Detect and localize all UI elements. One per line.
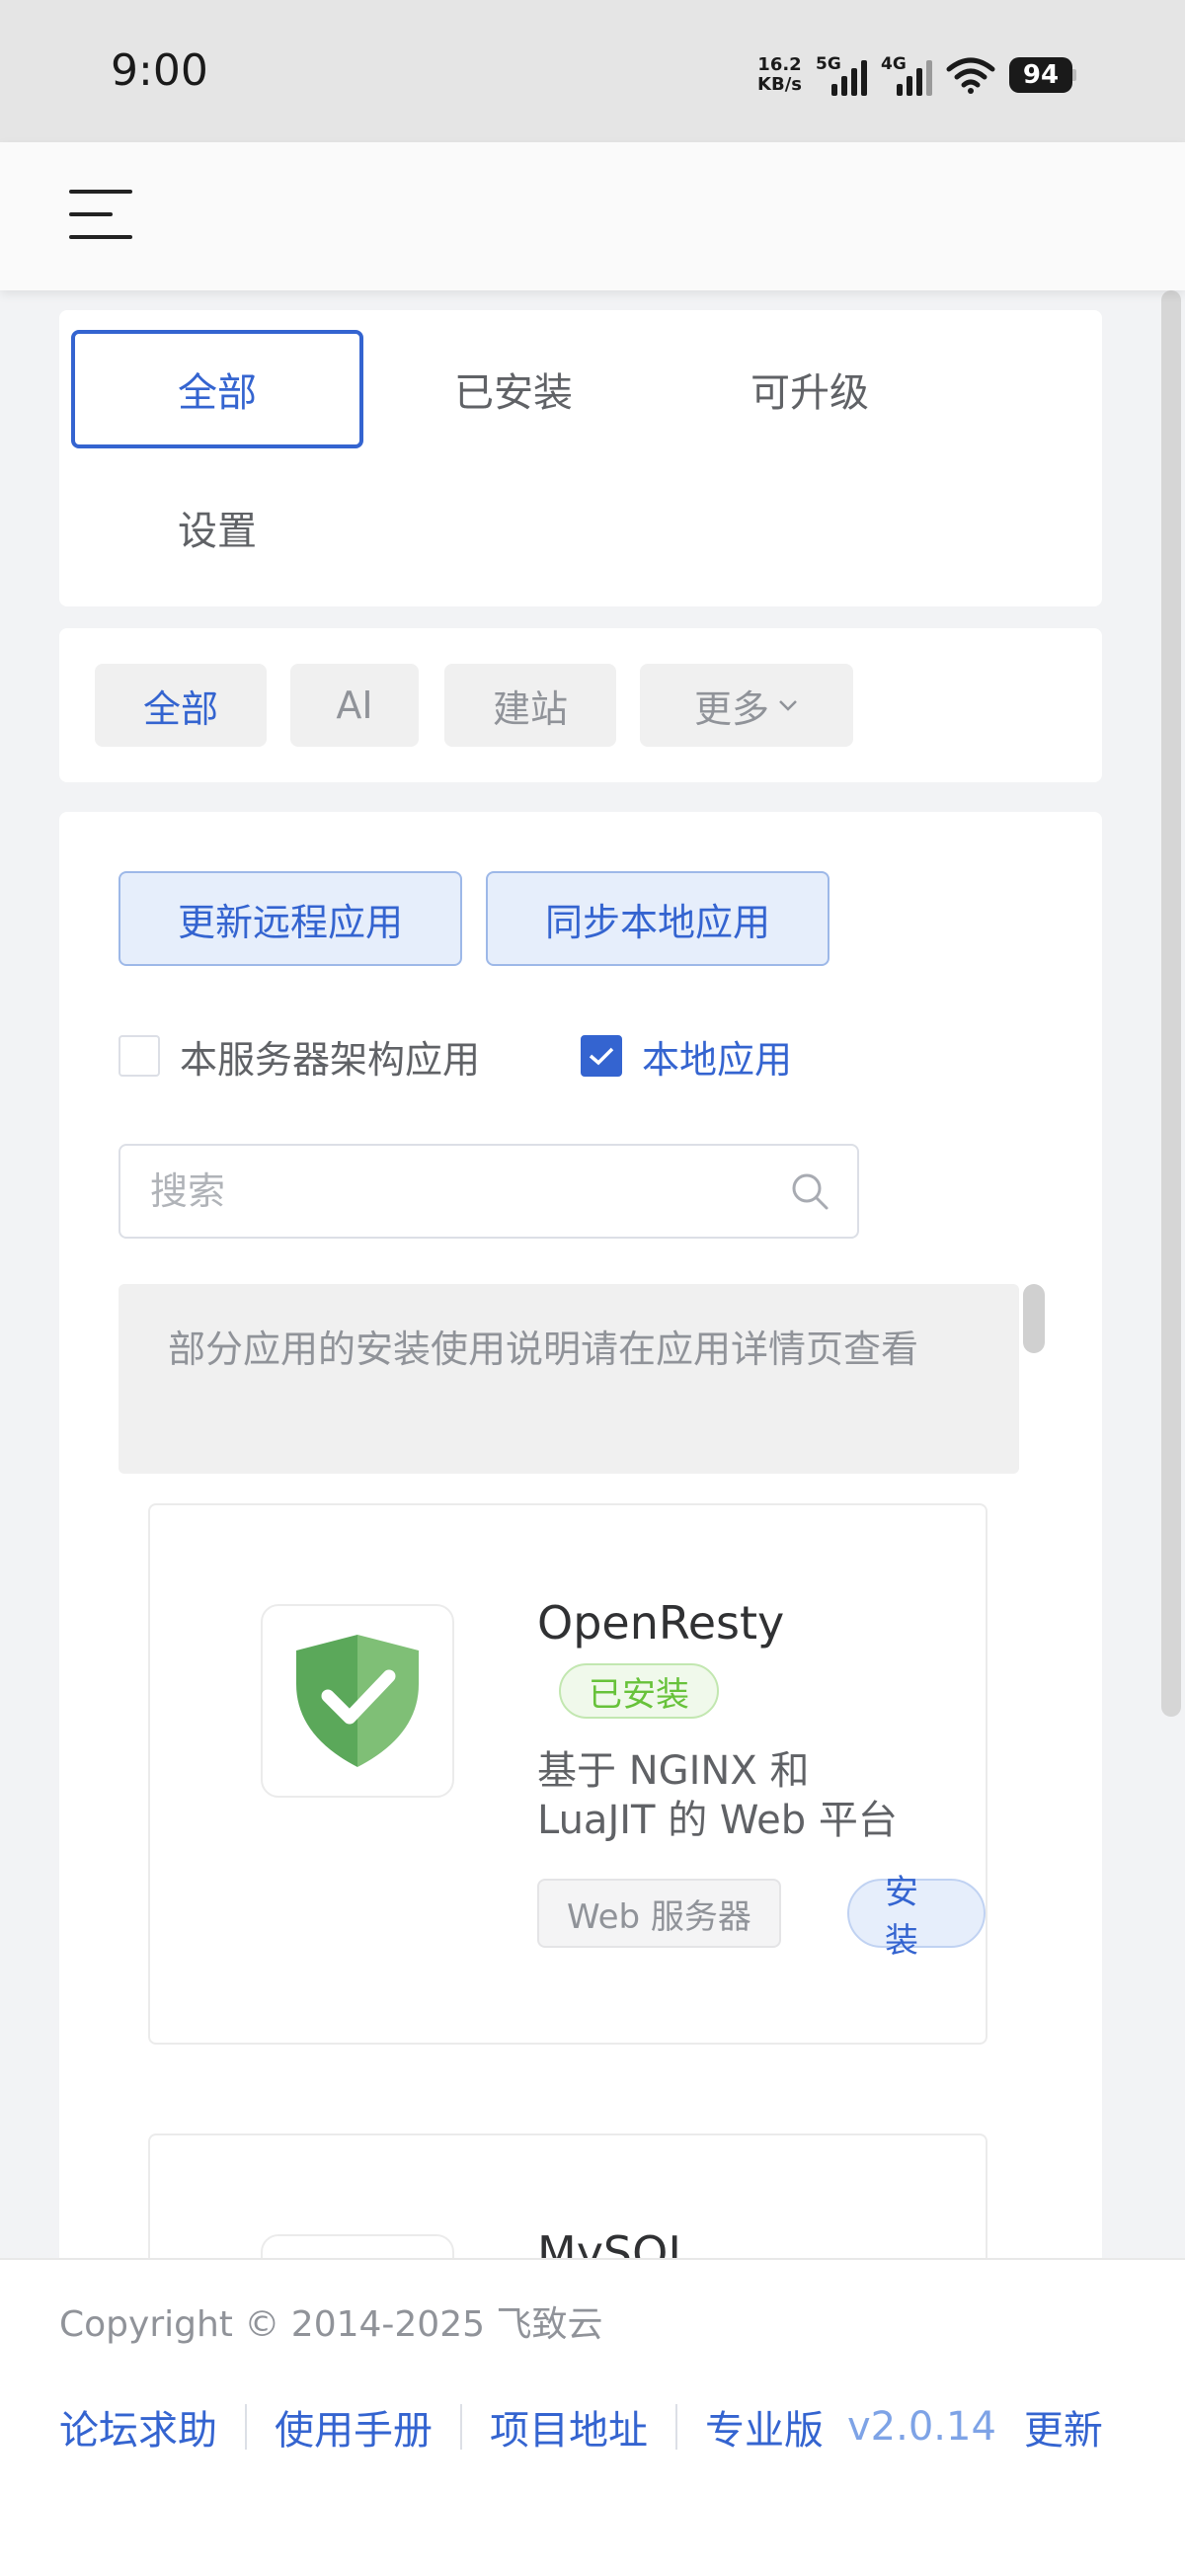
footer-divider: [245, 2404, 247, 2450]
local-apps-checkbox[interactable]: [581, 1035, 622, 1077]
search-box: [118, 1144, 859, 1239]
filter-all[interactable]: 全部: [95, 664, 267, 747]
filter-card: 全部 AI 建站 更多: [59, 628, 1102, 782]
shield-check-icon: [296, 1635, 419, 1767]
check-icon: [589, 1047, 614, 1066]
manual-link[interactable]: 使用手册: [275, 2398, 433, 2455]
page-scrollbar[interactable]: [1161, 290, 1181, 1717]
footer-divider: [675, 2404, 677, 2450]
menu-icon[interactable]: [69, 184, 132, 245]
status-time: 9:00: [111, 45, 208, 96]
footer-divider: [460, 2404, 462, 2450]
arch-apps-checkbox-row[interactable]: 本服务器架构应用: [118, 1031, 481, 1082]
status-icons: 16.2 KB/s 5G 4G 94: [757, 51, 1076, 99]
tab-upgradable[interactable]: 可升级: [664, 330, 956, 448]
app-name[interactable]: OpenResty: [537, 1596, 784, 1650]
signal-4g-icon: 4G: [881, 54, 932, 96]
filter-more-label: 更多: [693, 686, 769, 731]
update-link[interactable]: 更新: [1024, 2398, 1103, 2455]
filter-website[interactable]: 建站: [444, 664, 616, 747]
status-bar: 9:00 16.2 KB/s 5G 4G 94: [0, 0, 1185, 142]
chevron-down-icon: [779, 700, 797, 711]
copyright: Copyright © 2014-2025 飞致云: [59, 2304, 603, 2345]
update-remote-apps-button[interactable]: 更新远程应用: [118, 871, 462, 966]
search-input[interactable]: [150, 1146, 762, 1237]
install-notice: 部分应用的安装使用说明请在应用详情页查看: [118, 1284, 1019, 1474]
tabs-card: 全部 已安装 可升级 设置: [59, 310, 1102, 606]
footer: Copyright © 2014-2025 飞致云 论坛求助 使用手册 项目地址…: [0, 2258, 1185, 2576]
search-icon[interactable]: [790, 1171, 830, 1211]
net-speed: 16.2 KB/s: [757, 55, 802, 95]
tab-settings[interactable]: 设置: [71, 468, 363, 587]
app-card-openresty[interactable]: OpenResty 已安装 基于 NGINX 和 LuaJIT 的 Web 平台…: [148, 1503, 988, 2045]
arch-apps-checkbox[interactable]: [118, 1035, 160, 1077]
install-button[interactable]: 安装: [847, 1873, 986, 1961]
project-link[interactable]: 项目地址: [490, 2398, 648, 2455]
net-speed-value: 16.2: [757, 54, 802, 75]
tab-all[interactable]: 全部: [71, 330, 363, 448]
filter-more[interactable]: 更多: [640, 664, 853, 747]
forum-link[interactable]: 论坛求助: [59, 2398, 217, 2455]
battery-level: 94: [1009, 57, 1072, 93]
version-label: v2.0.14: [847, 2404, 996, 2450]
battery-icon: 94: [1009, 57, 1076, 93]
signal-5g-icon: 5G: [816, 54, 867, 96]
notice-scrollbar[interactable]: [1023, 1284, 1045, 1353]
app-description: 基于 NGINX 和 LuaJIT 的 Web 平台: [537, 1748, 898, 1843]
net-speed-unit: KB/s: [757, 74, 802, 95]
footer-links: 论坛求助 使用手册 项目地址 专业版 v2.0.14 更新: [59, 2398, 1103, 2455]
filter-ai[interactable]: AI: [290, 664, 419, 747]
app-header: [0, 142, 1185, 290]
app-logo[interactable]: [261, 1604, 454, 1798]
local-apps-checkbox-row[interactable]: 本地应用: [581, 1031, 793, 1082]
wifi-icon: [946, 57, 995, 94]
local-apps-label: 本地应用: [642, 1037, 793, 1082]
pro-edition-link[interactable]: 专业版: [705, 2398, 824, 2455]
sync-local-apps-button[interactable]: 同步本地应用: [486, 871, 830, 966]
arch-apps-label: 本服务器架构应用: [180, 1037, 481, 1082]
app-tag: Web 服务器: [537, 1879, 781, 1948]
tab-installed[interactable]: 已安装: [367, 330, 660, 448]
installed-badge: 已安装: [559, 1663, 719, 1719]
